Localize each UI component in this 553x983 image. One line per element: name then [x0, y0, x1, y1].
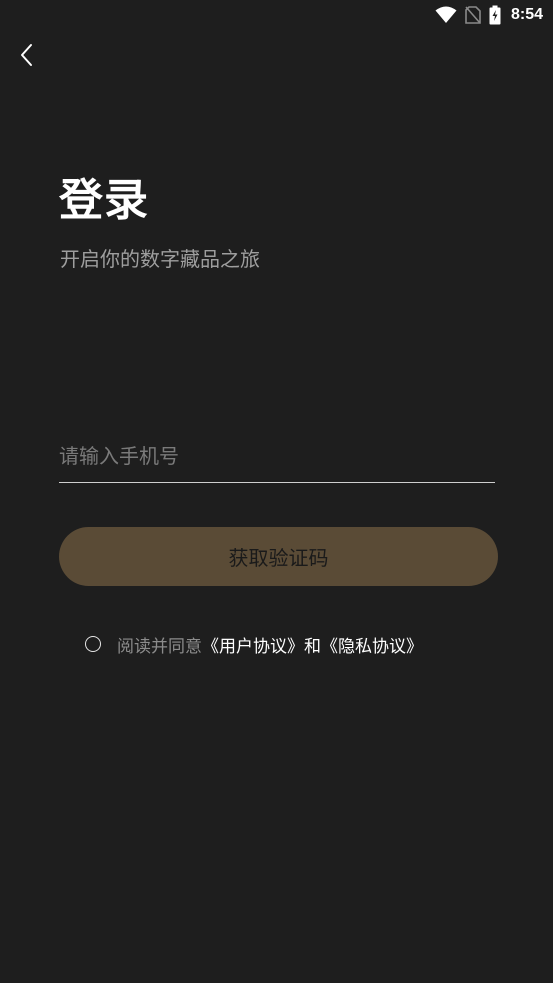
agree-checkbox[interactable] [85, 636, 101, 652]
agreement-prefix: 阅读并同意 [117, 636, 202, 657]
agreement-conjunction: 和 [304, 636, 321, 657]
back-button[interactable] [10, 40, 44, 74]
battery-charging-icon [489, 5, 501, 25]
phone-input[interactable] [59, 432, 495, 480]
page-subtitle: 开启你的数字藏品之旅 [60, 247, 260, 271]
wifi-icon [435, 6, 457, 24]
agreement-row: 阅读并同意 《用户协议》 和 《隐私协议》 [85, 630, 423, 658]
get-code-label: 获取验证码 [228, 546, 329, 570]
user-agreement-link[interactable]: 《用户协议》 [202, 632, 304, 657]
phone-field [59, 432, 495, 483]
privacy-policy-link[interactable]: 《隐私协议》 [321, 632, 423, 657]
status-icons: 8:54 [435, 4, 543, 26]
page-title: 登录 [59, 175, 149, 226]
chevron-left-icon [19, 42, 35, 72]
status-bar: 8:54 [0, 0, 553, 30]
get-code-button[interactable]: 获取验证码 [59, 527, 498, 586]
no-sim-icon [465, 6, 481, 24]
status-time: 8:54 [510, 6, 543, 23]
